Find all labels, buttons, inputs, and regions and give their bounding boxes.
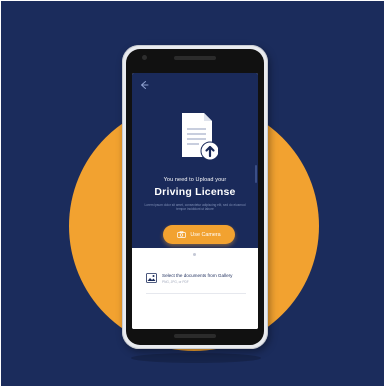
use-camera-label: Use Camera	[190, 231, 221, 238]
use-camera-button[interactable]: Use Camera	[163, 225, 235, 244]
divider-dot	[193, 253, 196, 256]
gallery-divider	[146, 293, 246, 294]
phone-mockup: You need to Upload your Driving License …	[122, 45, 268, 349]
document-upload-icon	[182, 113, 218, 161]
upload-header-panel: You need to Upload your Driving License …	[132, 73, 258, 248]
gallery-image-icon	[146, 273, 157, 283]
upload-description: Lorem ipsum dolor sit amet, consectetur …	[144, 203, 246, 212]
phone-shadow	[131, 353, 261, 363]
gallery-option-subtitle: PNG, JPG, or PDF	[162, 280, 189, 284]
back-arrow-icon[interactable]	[138, 79, 150, 91]
background-scene: You need to Upload your Driving License …	[1, 1, 384, 386]
app-screen: You need to Upload your Driving License …	[132, 73, 258, 329]
upload-prompt: You need to Upload your	[163, 177, 227, 183]
camera-icon	[177, 231, 187, 238]
gallery-option-title: Select the documents from Gallery	[162, 273, 233, 278]
top-speaker	[174, 56, 216, 60]
bottom-speaker	[174, 334, 216, 338]
phone-body: You need to Upload your Driving License …	[126, 49, 264, 345]
document-type-title: Driving License	[154, 186, 236, 198]
select-from-gallery-option[interactable]: Select the documents from Gallery PNG, J…	[146, 272, 250, 290]
front-camera	[142, 55, 147, 60]
